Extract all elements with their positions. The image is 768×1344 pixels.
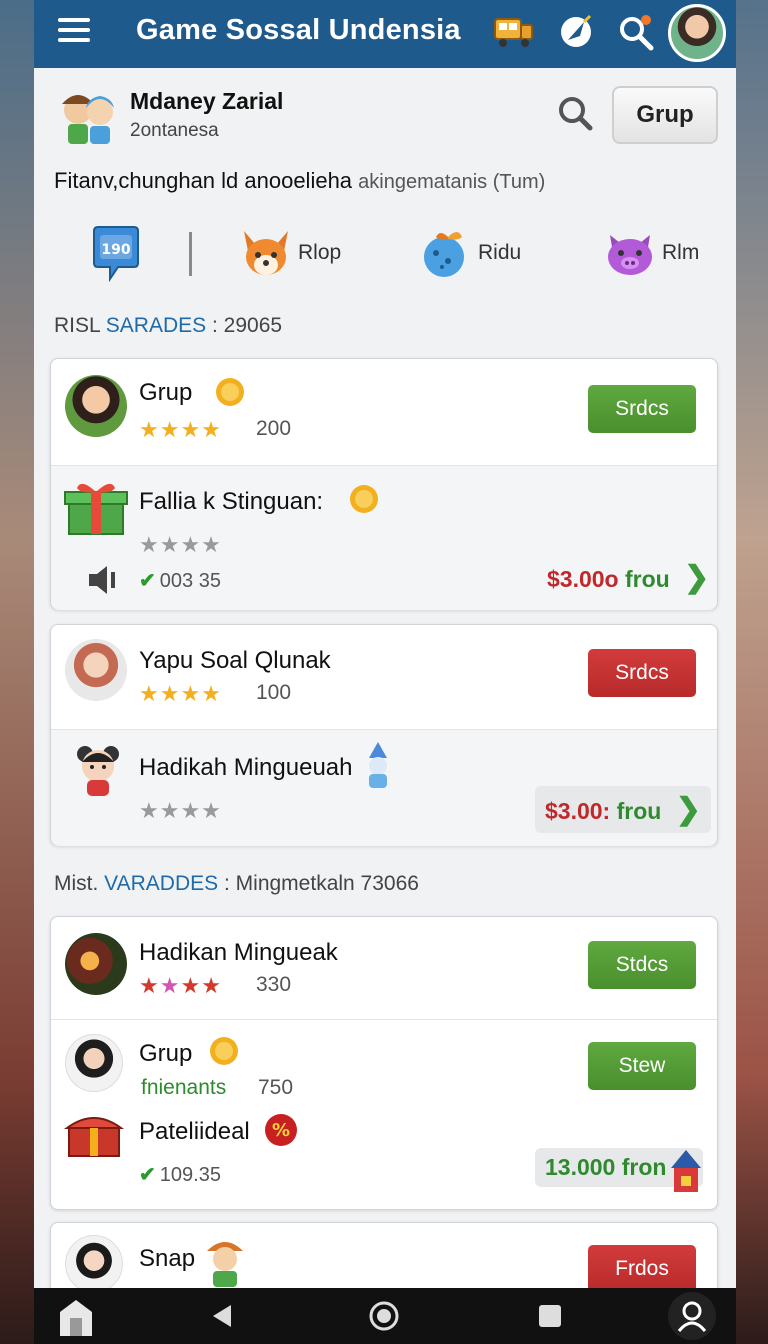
medal-icon [210, 1037, 238, 1065]
section-title-2: Mist. VARADDES : Mingmetkaln 73066 [54, 872, 419, 895]
action-button[interactable]: Stdcs [588, 941, 696, 989]
card-subtitle: fnienants [141, 1076, 227, 1099]
chevron-right-icon: ❯ [675, 793, 701, 826]
category-fox[interactable]: Rlop [238, 218, 341, 288]
wizard-icon [369, 742, 387, 788]
category-label: Rlop [298, 241, 342, 264]
rating-stars: ★★★★ [139, 798, 222, 823]
home-app-icon[interactable] [56, 1298, 110, 1336]
card-count: 200 [256, 417, 292, 440]
card-title: Grup [139, 1040, 193, 1067]
game-card-2: Yapu Soal Qlunak ★★★★ 100 Srdcs Hadikah … [50, 624, 718, 846]
card-row[interactable]: Yapu Soal Qlunak ★★★★ 100 Srdcs [51, 625, 717, 729]
menu-icon[interactable] [58, 18, 90, 44]
search-magnifier-icon[interactable] [614, 10, 658, 54]
character-icon [207, 1242, 243, 1287]
truck-icon[interactable] [492, 10, 536, 54]
action-button[interactable]: Stew [588, 1042, 696, 1090]
action-button[interactable]: Srdcs [588, 385, 696, 433]
treasure-chest-icon [63, 1117, 125, 1157]
system-nav-bar [34, 1288, 736, 1344]
rocket-icon[interactable] [554, 10, 598, 54]
game-card-4: Snap Frdos [50, 1222, 718, 1288]
profile-avatar[interactable] [54, 84, 120, 150]
profile-subtitle: 2ontanesa [130, 120, 219, 141]
section-title-1: RISL SARADES : 29065 [54, 314, 283, 337]
category-divider [189, 232, 192, 276]
action-button[interactable]: Srdcs [588, 649, 696, 697]
player-avatar [65, 375, 127, 437]
game-thumbnail [65, 933, 127, 995]
app-bar: Game Sosѕal Undensia [34, 0, 736, 68]
rating-stars: ★★★★ [139, 973, 222, 998]
fox-icon [244, 231, 288, 275]
card-title: Snap [139, 1245, 196, 1272]
player-avatar [65, 639, 127, 701]
card-count: 330 [256, 973, 292, 996]
card-title: Hadikah Mingueuah [139, 754, 353, 781]
main-panel: Mdaney Zarial 2ontanesa Grup Fitanv,chun… [34, 68, 736, 1288]
price-link[interactable]: $3.00o frou ❯ [547, 560, 709, 595]
badge-icon: 190 [93, 226, 139, 283]
gift-ball-icon [424, 232, 464, 277]
game-card-3: Hadikan Mingueak ★★★★ 330 Stdcs Grup fni… [50, 916, 718, 1210]
speaker-icon[interactable] [87, 564, 123, 596]
card-row[interactable]: Hadikan Mingueak ★★★★ 330 Stdcs [51, 917, 717, 1019]
profile-name: Mdaney Zarial [130, 88, 284, 114]
card-row[interactable]: Hadikah Mingueuah ★★★★ $3.00: frou ❯ [51, 730, 717, 846]
character-icon [77, 746, 119, 796]
rating-stars: ★★★★ [139, 417, 222, 442]
tagline-main: Fitanv,chunghan ld anooelieha [54, 168, 353, 193]
medal-icon [350, 485, 378, 513]
category-label: Rlm [662, 241, 700, 264]
category-label: Ridu [478, 241, 522, 264]
card-title: Pateliideal [139, 1118, 250, 1145]
tagline-muted: akingematanis (Tum) [358, 171, 546, 193]
player-avatar [65, 1034, 123, 1092]
rating-stars: ★★★★ [139, 681, 222, 706]
lantern-house-icon [671, 1150, 701, 1192]
gift-box-icon [64, 483, 128, 535]
profile-header: Mdaney Zarial 2ontanesa Grup [54, 84, 718, 154]
game-card-1: Grup ★★★★ 200 Srdcs Fallia k Stinguan: ★… [50, 358, 718, 610]
app-title: Game Sosѕal Undensia [136, 14, 461, 46]
check-value: ✔ 109.35 [139, 1164, 221, 1186]
home-button-icon[interactable] [364, 1298, 404, 1334]
action-button[interactable]: Frdos [588, 1245, 696, 1288]
card-title: Fallia k Stinguan: [139, 488, 324, 515]
pig-icon [608, 235, 652, 275]
grup-button[interactable]: Grup [612, 86, 718, 144]
card-title: Hadikan Mingueak [139, 939, 338, 966]
chevron-right-icon: ❯ [684, 561, 710, 594]
category-badge[interactable]: 190 [88, 218, 144, 288]
user-avatar[interactable] [668, 4, 726, 62]
card-row[interactable]: Fallia k Stinguan: ★★★★ ✔ 003 35 $3.00o f… [51, 466, 717, 610]
check-value: ✔ 003 35 [139, 570, 221, 592]
medal-icon [216, 378, 244, 406]
background-right [736, 0, 768, 1344]
card-title: Yapu Soal Qlunak [139, 647, 331, 674]
card-row[interactable]: Grup ★★★★ 200 Srdcs [51, 359, 717, 465]
category-row: 190 Rlop Ridu Rlm [34, 218, 736, 290]
category-gift[interactable]: Ridu [418, 218, 521, 288]
svg-text:%: % [272, 1120, 290, 1141]
card-row[interactable]: Pateliideal % ✔ 109.35 13.000 fron [51, 1108, 717, 1210]
profile-nav-icon[interactable] [668, 1292, 716, 1340]
card-title: Grup [139, 379, 193, 406]
card-row[interactable]: Grup fnienants 750 Stew [51, 1020, 717, 1108]
tagline: Fitanv,chunghan ld anooelieha akingemata… [54, 168, 545, 194]
percent-badge-icon: % [265, 1114, 297, 1146]
search-icon[interactable] [556, 94, 596, 134]
player-avatar [65, 1235, 123, 1288]
recents-icon[interactable] [530, 1298, 570, 1334]
card-count: 100 [256, 681, 292, 704]
back-icon[interactable] [202, 1298, 242, 1334]
card-row[interactable]: Snap Frdos [51, 1223, 717, 1288]
rating-stars: ★★★★ [139, 532, 222, 557]
category-pig[interactable]: Rlm [602, 218, 699, 288]
price-link[interactable]: $3.00: frou ❯ [535, 786, 711, 833]
svg-text:190: 190 [101, 242, 130, 258]
card-count: 750 [258, 1076, 294, 1099]
background-left [0, 0, 34, 1344]
